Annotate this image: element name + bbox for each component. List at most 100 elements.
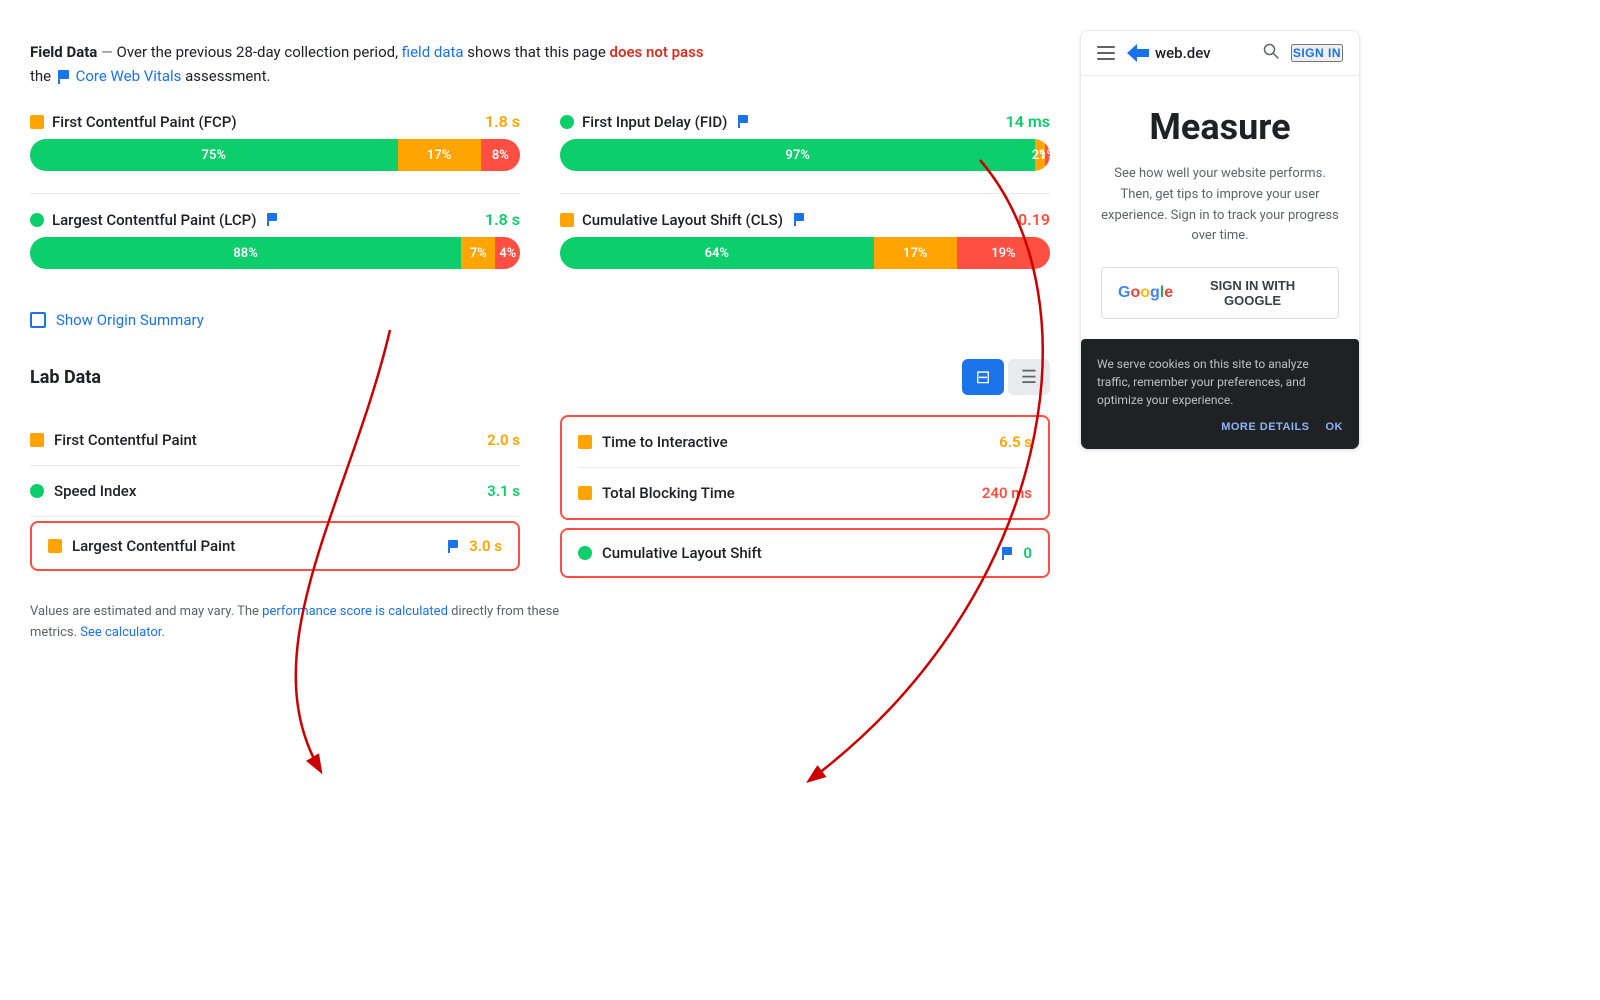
metric-lcp: Largest Contentful Paint (LCP) 1.8 s 88%…: [30, 210, 520, 269]
lab-data-title: Lab Data: [30, 367, 101, 388]
cookie-ok-button[interactable]: OK: [1326, 421, 1344, 433]
lab-cls-inner: Cumulative Layout Shift 0: [578, 544, 1032, 562]
cookie-banner-actions: MORE DETAILS OK: [1097, 421, 1343, 433]
fcp-bar-red: 8%: [481, 139, 520, 171]
lab-tbt-icon: [578, 486, 592, 500]
assessment-text: assessment.: [185, 67, 270, 85]
lab-fcp-icon: [30, 433, 44, 447]
fid-bar-green: 97%: [560, 139, 1035, 171]
lab-metric-fcp: First Contentful Paint 2.0 s: [30, 415, 520, 466]
lab-speed-icon: [30, 484, 44, 498]
field-data-header: Field Data — Over the previous 28-day co…: [30, 40, 1050, 88]
cwv-link[interactable]: Core Web Vitals: [76, 67, 182, 85]
lab-metric-cls-highlighted: Cumulative Layout Shift 0: [560, 528, 1050, 578]
google-signin-button[interactable]: Google SIGN IN WITH GOOGLE: [1101, 267, 1339, 319]
lcp-icon: [30, 213, 44, 227]
header-desc-mid: shows that this page: [467, 43, 606, 61]
sidebar: web.dev SIGN IN Measure See how well you…: [1080, 20, 1370, 980]
metric-cls: Cumulative Layout Shift (CLS) 0.19 64% 1…: [560, 210, 1050, 269]
lab-tbt-value: 240 ms: [982, 484, 1032, 502]
field-data-link[interactable]: field data: [402, 43, 464, 61]
lab-metric-tti: Time to Interactive 6.5 s: [578, 417, 1032, 468]
header-desc-prefix: Over the previous 28-day collection peri…: [117, 43, 399, 61]
cls-name: Cumulative Layout Shift (CLS): [582, 211, 783, 229]
fcp-name: First Contentful Paint (FCP): [52, 113, 237, 131]
header-dash: —: [101, 43, 116, 61]
lcp-bar-green: 88%: [30, 237, 461, 269]
metric-lcp-header: Largest Contentful Paint (LCP) 1.8 s: [30, 210, 520, 229]
field-metrics-right: First Input Delay (FID) 14 ms 97% 2% 1%: [560, 112, 1050, 291]
measure-desc: See how well your website performs. Then…: [1101, 164, 1339, 247]
metric-fid: First Input Delay (FID) 14 ms 97% 2% 1%: [560, 112, 1050, 171]
lcp-name: Largest Contentful Paint (LCP): [52, 211, 256, 229]
origin-summary-checkbox[interactable]: [30, 312, 46, 328]
lab-lcp-inner: Largest Contentful Paint 3.0 s: [48, 537, 502, 555]
sidebar-topbar: web.dev SIGN IN: [1081, 31, 1359, 76]
footer-calc-suffix: .: [161, 625, 164, 640]
fail-text: does not pass: [610, 43, 704, 61]
footer-note-end: metrics.: [30, 625, 77, 640]
lab-metrics-right: Time to Interactive 6.5 s Total Blocking…: [560, 415, 1050, 578]
cookie-banner-text: We serve cookies on this site to analyze…: [1097, 355, 1343, 409]
perf-score-link[interactable]: performance score is calculated: [262, 604, 448, 619]
lcp-bar-red: 4%: [495, 237, 520, 269]
cls-flag: [791, 212, 807, 228]
lcp-value: 1.8 s: [485, 210, 520, 229]
lab-cls-flag: [1001, 545, 1013, 561]
lab-cls-icon: [578, 546, 592, 560]
fid-value: 14 ms: [1006, 112, 1050, 131]
field-data-label: Field Data: [30, 43, 97, 61]
list-view-button[interactable]: ☰: [1008, 359, 1050, 395]
lab-lcp-value: 3.0 s: [469, 537, 502, 555]
origin-summary-row[interactable]: Show Origin Summary: [30, 311, 1050, 329]
calculator-link[interactable]: See calculator: [80, 625, 161, 640]
hamburger-menu[interactable]: [1097, 46, 1115, 60]
fcp-bar-orange: 17%: [398, 139, 481, 171]
webdev-arrow-icon: [1127, 44, 1149, 62]
metric-fid-header: First Input Delay (FID) 14 ms: [560, 112, 1050, 131]
view-toggle: ⊟ ☰: [962, 359, 1050, 395]
hamburger-line-3: [1097, 58, 1115, 60]
google-g-icon: Google: [1118, 284, 1173, 302]
search-icon[interactable]: [1263, 43, 1279, 63]
lab-metric-tbt: Total Blocking Time 240 ms: [578, 468, 1032, 518]
lab-metric-lcp-highlighted: Largest Contentful Paint 3.0 s: [30, 521, 520, 571]
cls-bar-green: 64%: [560, 237, 874, 269]
lab-lcp-flag: [447, 538, 459, 554]
lab-cls-name: Cumulative Layout Shift: [602, 544, 991, 562]
hamburger-line-1: [1097, 46, 1115, 48]
divider-fid-cls: [560, 193, 1050, 194]
cls-value: 0.19: [1018, 210, 1050, 229]
sidebar-card: web.dev SIGN IN Measure See how well you…: [1080, 30, 1360, 450]
metric-cls-header: Cumulative Layout Shift (CLS) 0.19: [560, 210, 1050, 229]
fcp-icon: [30, 115, 44, 129]
lcp-bar-orange: 7%: [461, 237, 495, 269]
cls-bar: 64% 17% 19%: [560, 237, 1050, 269]
footer-note-mid: directly from these: [451, 604, 559, 619]
metric-fcp: First Contentful Paint (FCP) 1.8 s 75% 1…: [30, 112, 520, 171]
lab-speed-name: Speed Index: [54, 482, 477, 500]
lab-tti-icon: [578, 435, 592, 449]
field-metrics-left: First Contentful Paint (FCP) 1.8 s 75% 1…: [30, 112, 520, 291]
main-content: Field Data — Over the previous 28-day co…: [0, 20, 1080, 980]
fid-bar: 97% 2% 1%: [560, 139, 1050, 171]
footer-note-text: Values are estimated and may vary. The: [30, 604, 259, 619]
fcp-value: 1.8 s: [485, 112, 520, 131]
lab-metrics-grid: First Contentful Paint 2.0 s Speed Index…: [30, 415, 1050, 578]
sidebar-content: Measure See how well your website perfor…: [1081, 76, 1359, 339]
hamburger-line-2: [1097, 52, 1115, 54]
signin-button[interactable]: SIGN IN: [1291, 44, 1343, 62]
cls-icon: [560, 213, 574, 227]
lab-data-section: Lab Data ⊟ ☰ First Contentful Pain: [30, 359, 1050, 578]
origin-summary-label[interactable]: Show Origin Summary: [56, 311, 204, 329]
header-desc-suffix: the: [30, 67, 51, 85]
flag-icon: [55, 67, 76, 85]
lcp-flag: [264, 212, 280, 228]
lab-metrics-left: First Contentful Paint 2.0 s Speed Index…: [30, 415, 520, 578]
cookie-more-details-button[interactable]: MORE DETAILS: [1221, 421, 1309, 433]
page-wrapper: Field Data — Over the previous 28-day co…: [0, 0, 1600, 1000]
grid-view-button[interactable]: ⊟: [962, 359, 1004, 395]
lcp-bar: 88% 7% 4%: [30, 237, 520, 269]
lab-data-header-row: Lab Data ⊟ ☰: [30, 359, 1050, 395]
footer-note: Values are estimated and may vary. The p…: [30, 602, 1050, 644]
